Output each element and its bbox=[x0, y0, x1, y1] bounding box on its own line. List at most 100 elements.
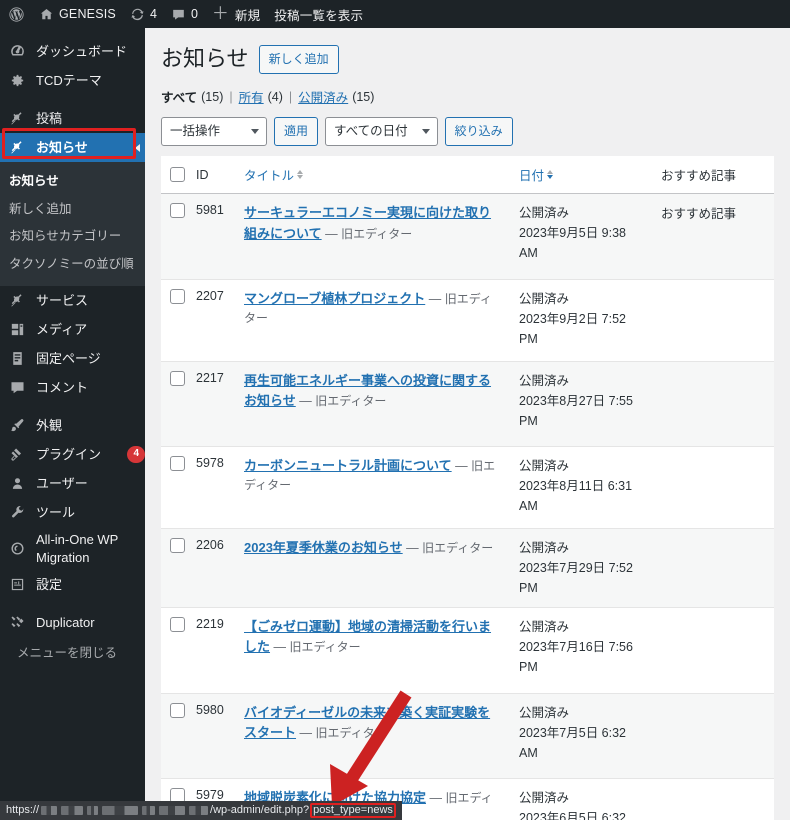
page-header: お知らせ 新しく追加 bbox=[161, 45, 774, 75]
table-row[interactable]: 2217 再生可能エネルギー事業への投資に関するお知らせ — 旧エディター 公開… bbox=[161, 361, 774, 448]
collapse-menu-button[interactable]: メニューを閉じる bbox=[0, 637, 145, 677]
sidebar-item-pages[interactable]: 固定ページ bbox=[0, 344, 145, 373]
row-status: 公開済み bbox=[519, 206, 570, 221]
row-editor-tag: 旧エディター bbox=[315, 393, 387, 408]
plugin-icon bbox=[8, 445, 27, 464]
row-id: 2219 bbox=[188, 607, 236, 694]
redaction-block bbox=[61, 806, 84, 815]
date-filter-select[interactable]: すべての日付 bbox=[325, 117, 438, 147]
row-checkbox[interactable] bbox=[170, 617, 185, 633]
row-select-cell bbox=[161, 279, 188, 362]
select-all-checkbox[interactable] bbox=[170, 167, 185, 183]
status-link-mine[interactable]: 所有 bbox=[239, 87, 264, 106]
media-icon bbox=[8, 320, 27, 339]
sidebar-item-label: Duplicator bbox=[36, 614, 95, 630]
sidebar-item-users[interactable]: ユーザー bbox=[0, 469, 145, 498]
row-status: 公開済み bbox=[519, 790, 570, 805]
sidebar-item-tools[interactable]: ツール bbox=[0, 498, 145, 527]
sort-indicator-icon bbox=[297, 170, 304, 180]
sidebar-item-news[interactable]: お知らせ bbox=[0, 133, 145, 162]
date-filter-value: すべての日付 bbox=[334, 124, 408, 139]
sidebar-item-label: 固定ページ bbox=[36, 350, 101, 366]
new-content-menu[interactable]: ＋ 新規 bbox=[205, 0, 267, 28]
submenu-item-add-new[interactable]: 新しく追加 bbox=[0, 196, 145, 224]
updates-menu[interactable]: 4 bbox=[123, 0, 164, 28]
table-row[interactable]: 2206 2023年夏季休業のお知らせ — 旧エディター 公開済み 2023年7… bbox=[161, 528, 774, 609]
user-icon bbox=[8, 474, 27, 493]
row-status: 公開済み bbox=[519, 373, 570, 388]
filter-button[interactable]: 絞り込み bbox=[444, 117, 513, 147]
status-link-published[interactable]: 公開済み bbox=[298, 87, 348, 106]
home-icon bbox=[39, 7, 54, 22]
comments-count: 0 bbox=[190, 7, 198, 21]
submenu-item-news-category[interactable]: お知らせカテゴリー bbox=[0, 223, 145, 251]
row-checkbox[interactable] bbox=[170, 288, 185, 304]
sidebar-item-tcd-theme[interactable]: TCDテーマ bbox=[0, 66, 145, 95]
row-checkbox[interactable] bbox=[170, 538, 185, 554]
sidebar-item-aiowpm[interactable]: All-in-One WP Migration bbox=[0, 527, 145, 570]
row-title-cell: 2023年夏季休業のお知らせ — 旧エディター bbox=[236, 528, 511, 609]
row-select-cell bbox=[161, 193, 188, 280]
row-checkbox[interactable] bbox=[170, 702, 185, 718]
row-recommended-label: おすすめ記事 bbox=[661, 207, 737, 222]
row-actions-placeholder bbox=[244, 244, 503, 270]
sidebar-item-appearance[interactable]: 外観 bbox=[0, 411, 145, 440]
admin-bar: GENESIS 4 0 ＋ 新規 投稿一覧を表示 bbox=[0, 0, 790, 28]
submenu-item-news[interactable]: お知らせ bbox=[0, 168, 145, 196]
sidebar-item-label: お知らせ bbox=[36, 139, 88, 155]
sidebar-item-settings[interactable]: 設定 bbox=[0, 570, 145, 599]
submenu-item-label: 新しく追加 bbox=[9, 201, 72, 216]
status-count-mine: (4) bbox=[267, 89, 283, 104]
view-posts-label: 投稿一覧を表示 bbox=[274, 8, 364, 23]
comments-menu[interactable]: 0 bbox=[164, 0, 205, 28]
sidebar-item-duplicator[interactable]: Duplicator bbox=[0, 608, 145, 637]
status-separator: | bbox=[288, 89, 293, 104]
sidebar-item-plugins[interactable]: プラグイン 4 bbox=[0, 440, 145, 469]
table-row[interactable]: 2219 【ごみゼロ運動】地域の清掃活動を行いました — 旧エディター 公開済み… bbox=[161, 607, 774, 694]
table-row[interactable]: 2207 マングローブ植林プロジェクト — 旧エディター 公開済み 2023年9… bbox=[161, 279, 774, 362]
row-select-cell bbox=[161, 693, 188, 779]
wordpress-logo-icon[interactable] bbox=[0, 0, 32, 28]
chevron-down-icon bbox=[421, 129, 430, 135]
row-status: 公開済み bbox=[519, 459, 570, 474]
redaction-block bbox=[159, 806, 186, 815]
row-id: 2207 bbox=[188, 279, 236, 362]
comment-bubble-icon bbox=[8, 378, 27, 397]
migration-icon bbox=[8, 539, 27, 558]
plugins-update-badge: 4 bbox=[127, 446, 145, 463]
submenu-item-taxonomy-order[interactable]: タクソノミーの並び順 bbox=[0, 251, 145, 279]
sidebar-item-dashboard[interactable]: ダッシュボード bbox=[0, 37, 145, 66]
row-checkbox[interactable] bbox=[170, 370, 185, 386]
row-checkbox[interactable] bbox=[170, 203, 185, 219]
sort-date-link[interactable]: 日付 bbox=[519, 165, 554, 184]
row-title-link[interactable]: 2023年夏季休業のお知らせ bbox=[244, 540, 403, 555]
view-posts-link[interactable]: 投稿一覧を表示 bbox=[267, 0, 370, 28]
add-new-button[interactable]: 新しく追加 bbox=[258, 45, 339, 75]
sidebar-item-posts[interactable]: 投稿 bbox=[0, 104, 145, 133]
sort-title-link[interactable]: タイトル bbox=[244, 165, 304, 184]
site-name-menu[interactable]: GENESIS bbox=[32, 0, 123, 28]
row-date: 2023年7月16日 7:56 PM bbox=[519, 640, 633, 675]
row-title-link[interactable]: カーボンニュートラル計画について bbox=[244, 458, 452, 473]
apply-button[interactable]: 適用 bbox=[274, 117, 319, 147]
table-row[interactable]: 5978 カーボンニュートラル計画について — 旧エディター 公開済み 2023… bbox=[161, 446, 774, 530]
updates-icon bbox=[130, 7, 145, 22]
wordpress-admin-screen: GENESIS 4 0 ＋ 新規 投稿一覧を表示 ダッシュボード TCDテーマ … bbox=[0, 0, 790, 820]
sidebar-item-label: メディア bbox=[36, 321, 88, 337]
row-recommended-cell bbox=[653, 279, 774, 362]
row-title-link[interactable]: マングローブ植林プロジェクト bbox=[244, 291, 425, 306]
row-title-cell: バイオディーゼルの未来を築く実証実験をスタート — 旧エディター bbox=[236, 693, 511, 779]
status-link-all[interactable]: すべて bbox=[161, 87, 197, 106]
row-editor-tag: 旧エディター bbox=[341, 226, 413, 241]
sidebar-item-service[interactable]: サービス bbox=[0, 286, 145, 315]
redaction-block bbox=[189, 806, 209, 815]
row-editor-tag: 旧エディター bbox=[289, 640, 361, 655]
row-checkbox[interactable] bbox=[170, 456, 185, 472]
admin-sidebar-menu: ダッシュボード TCDテーマ 投稿 お知らせ お知らせ 新しく追加 お知らせカテ… bbox=[0, 28, 145, 820]
table-row[interactable]: 5980 バイオディーゼルの未来を築く実証実験をスタート — 旧エディター 公開… bbox=[161, 693, 774, 779]
bulk-action-select[interactable]: 一括操作 bbox=[161, 117, 267, 147]
sidebar-item-media[interactable]: メディア bbox=[0, 315, 145, 344]
table-row[interactable]: 5981 サーキュラーエコノミー実現に向けた取り組みについて — 旧エディター … bbox=[161, 193, 774, 280]
submenu-item-label: お知らせ bbox=[9, 174, 59, 188]
sidebar-item-comments[interactable]: コメント bbox=[0, 373, 145, 402]
